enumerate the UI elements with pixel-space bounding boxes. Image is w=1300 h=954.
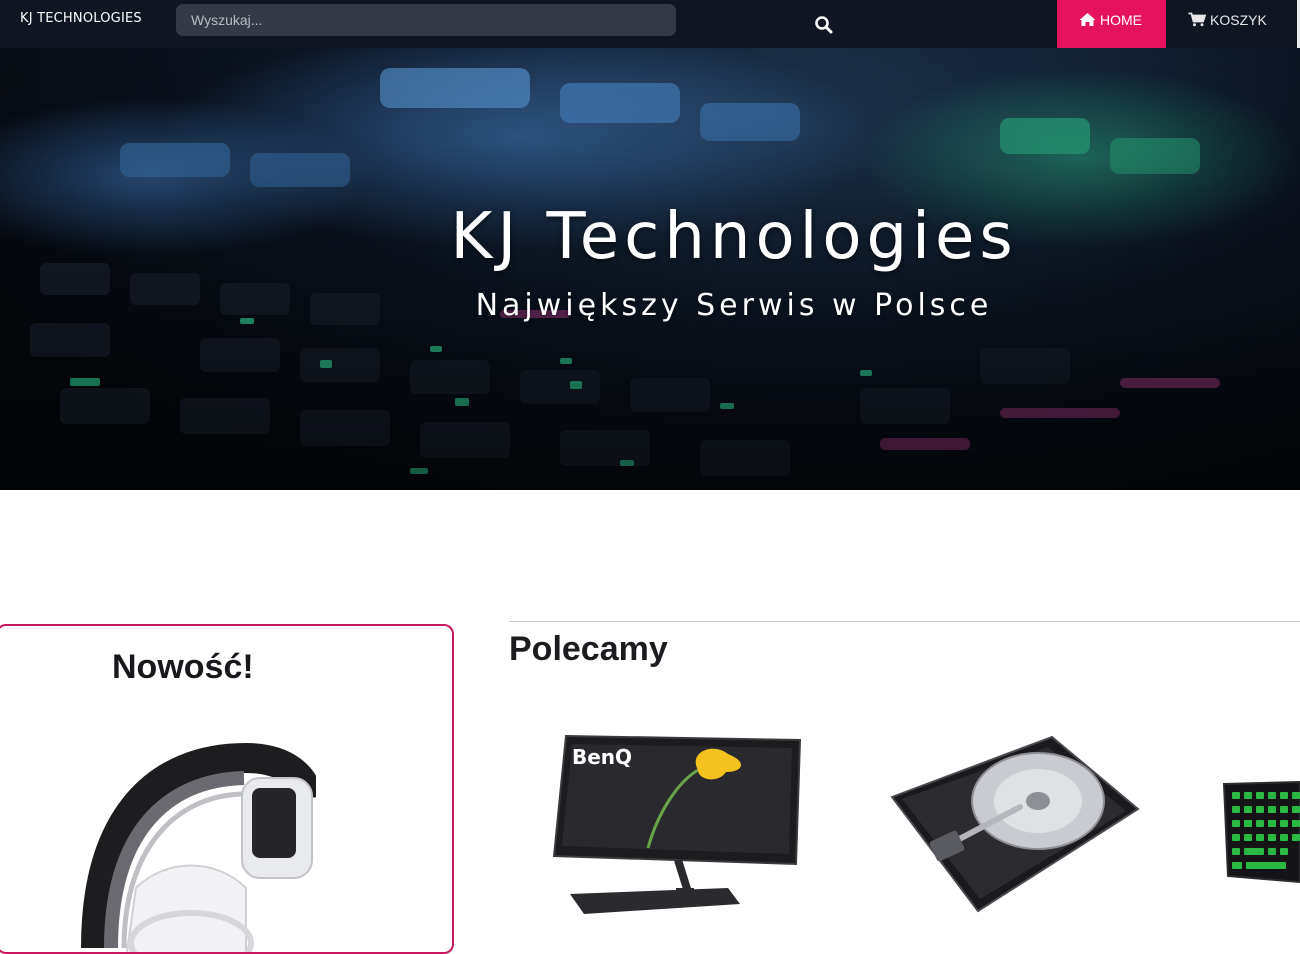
top-navbar: KJ TECHNOLOGIES HOME KOSZYK: [0, 0, 1300, 48]
monitor-brand-text: BenQ: [572, 745, 632, 769]
nav-home-link[interactable]: HOME: [1057, 0, 1166, 48]
search-bar: [176, 4, 833, 36]
section-divider: [509, 621, 1300, 622]
new-product-title: Nowość!: [112, 648, 254, 686]
cart-icon: [1188, 12, 1206, 27]
search-icon[interactable]: [814, 15, 834, 35]
nav-cart-link[interactable]: KOSZYK: [1166, 0, 1291, 48]
nav-cart-label: KOSZYK: [1210, 12, 1267, 28]
keyboard-image[interactable]: [1222, 780, 1300, 886]
brand-logo[interactable]: KJ TECHNOLOGIES: [20, 11, 142, 26]
hero-banner: KJ Technologies Największy Serwis w Pols…: [0, 48, 1300, 490]
new-product-card[interactable]: Nowość!: [0, 624, 454, 954]
monitor-image[interactable]: BenQ: [548, 732, 804, 922]
search-input[interactable]: [176, 4, 616, 36]
hero-title: KJ Technologies: [450, 200, 1018, 274]
hard-drive-image[interactable]: [888, 735, 1140, 919]
home-icon: [1079, 13, 1096, 26]
recommended-title: Polecamy: [509, 630, 668, 668]
hero-subtitle: Największy Serwis w Polsce: [475, 288, 993, 323]
nav-home-label: HOME: [1100, 12, 1142, 28]
headphones-image[interactable]: [16, 738, 316, 954]
